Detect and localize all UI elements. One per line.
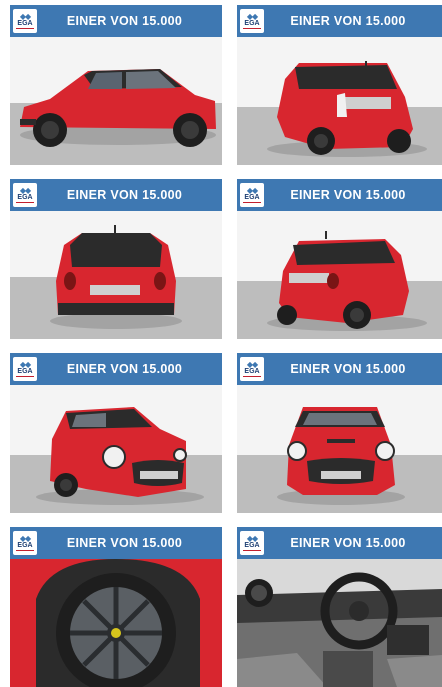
photo-banner: ◆◆ EGA EINER VON 15.000 [10, 179, 222, 211]
logo-text: EGA [17, 194, 33, 201]
gallery-photo-front[interactable]: ◆◆ EGA EINER VON 15.000 [237, 353, 442, 513]
banner-text: EINER VON 15.000 [290, 536, 406, 550]
banner-text: EINER VON 15.000 [290, 362, 406, 376]
photo-banner: ◆◆ EGA EINER VON 15.000 [237, 353, 442, 385]
photo-banner: ◆◆ EGA EINER VON 15.000 [10, 5, 222, 37]
car-interior-photo [237, 559, 442, 687]
ega-logo-icon: ◆◆ EGA [240, 183, 264, 207]
banner-text: EINER VON 15.000 [290, 188, 406, 202]
gallery-photo-rear[interactable]: ◆◆ EGA EINER VON 15.000 [10, 179, 222, 339]
logo-text: EGA [17, 542, 33, 549]
gallery-photo-side[interactable]: ◆◆ EGA EINER VON 15.000 [10, 5, 222, 165]
photo-banner: ◆◆ EGA EINER VON 15.000 [237, 5, 442, 37]
logo-text: EGA [244, 194, 260, 201]
banner-text: EINER VON 15.000 [290, 14, 406, 28]
photo-banner: ◆◆ EGA EINER VON 15.000 [10, 353, 222, 385]
car-rear-left-photo [237, 37, 442, 165]
logo-text: EGA [17, 20, 33, 27]
ega-logo-icon: ◆◆ EGA [13, 9, 37, 33]
gallery-photo-front-left[interactable]: ◆◆ EGA EINER VON 15.000 [10, 353, 222, 513]
car-front-left-photo [10, 385, 222, 513]
logo-text: EGA [17, 368, 33, 375]
ega-logo-icon: ◆◆ EGA [13, 531, 37, 555]
gallery-photo-wheel[interactable]: ◆◆ EGA EINER VON 15.000 [10, 527, 222, 687]
gallery-photo-rear-left[interactable]: ◆◆ EGA EINER VON 15.000 [237, 5, 442, 165]
ega-logo-icon: ◆◆ EGA [13, 357, 37, 381]
car-rear-right-photo [237, 211, 442, 339]
photo-gallery: ◆◆ EGA EINER VON 15.000 ◆◆ EGA EINER VON… [10, 5, 442, 687]
car-side-photo [10, 37, 222, 165]
photo-banner: ◆◆ EGA EINER VON 15.000 [10, 527, 222, 559]
logo-text: EGA [244, 542, 260, 549]
banner-text: EINER VON 15.000 [66, 362, 183, 376]
gallery-photo-rear-right[interactable]: ◆◆ EGA EINER VON 15.000 [237, 179, 442, 339]
ega-logo-icon: ◆◆ EGA [240, 531, 264, 555]
ega-logo-icon: ◆◆ EGA [240, 9, 264, 33]
banner-text: EINER VON 15.000 [66, 188, 183, 202]
car-rear-photo [10, 211, 222, 339]
banner-text: EINER VON 15.000 [66, 536, 183, 550]
ega-logo-icon: ◆◆ EGA [240, 357, 264, 381]
ega-logo-icon: ◆◆ EGA [13, 183, 37, 207]
banner-text: EINER VON 15.000 [66, 14, 183, 28]
photo-banner: ◆◆ EGA EINER VON 15.000 [237, 527, 442, 559]
car-wheel-photo [10, 559, 222, 687]
car-front-photo [237, 385, 442, 513]
logo-text: EGA [244, 20, 260, 27]
logo-text: EGA [244, 368, 260, 375]
gallery-photo-interior[interactable]: ◆◆ EGA EINER VON 15.000 [237, 527, 442, 687]
photo-banner: ◆◆ EGA EINER VON 15.000 [237, 179, 442, 211]
